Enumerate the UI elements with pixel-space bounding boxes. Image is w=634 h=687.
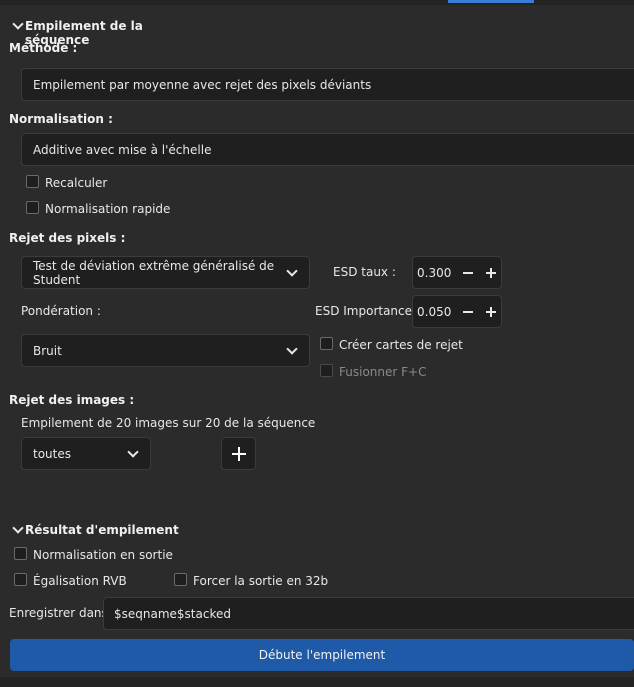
- method-select-value: Empilement par moyenne avec rejet des pi…: [33, 77, 372, 92]
- normalization-select-value: Additive avec mise à l'échelle: [33, 142, 212, 157]
- force-32b-checkbox[interactable]: [174, 573, 187, 586]
- start-stacking-button[interactable]: Débute l'empilement: [10, 639, 634, 671]
- image-filter-value: toutes: [33, 446, 71, 461]
- force-32b-label: Forcer la sortie en 32b: [193, 574, 329, 588]
- start-stacking-label: Débute l'empilement: [258, 648, 386, 662]
- normalization-label: Normalisation :: [9, 112, 113, 126]
- chevron-down-icon: [12, 18, 24, 30]
- rgb-equalization-checkbox[interactable]: [14, 573, 27, 586]
- weighting-label: Pondération :: [21, 304, 101, 318]
- output-normalization-label: Normalisation en sortie: [33, 548, 173, 562]
- sequence-stacking-header[interactable]: Empilement de la séquence: [10, 18, 210, 47]
- plus-icon-vertical: [490, 307, 492, 317]
- recompute-label: Recalculer: [45, 176, 108, 190]
- pixel-rejection-label: Rejet des pixels :: [9, 231, 126, 245]
- method-label: Méthode :: [9, 41, 78, 55]
- output-normalization-checkbox[interactable]: [14, 547, 27, 560]
- normalization-select[interactable]: Additive avec mise à l'échelle: [21, 133, 634, 166]
- fast-normalization-label: Normalisation rapide: [45, 202, 171, 216]
- stacking-result-title: Résultat d'empilement: [25, 523, 179, 537]
- top-tab-strip: [0, 0, 634, 5]
- create-rejection-maps-checkbox[interactable]: [320, 337, 333, 350]
- plus-icon-vertical: [238, 447, 240, 461]
- chevron-down-icon: [12, 522, 24, 534]
- plus-icon-vertical: [490, 268, 492, 278]
- method-select[interactable]: Empilement par moyenne avec rejet des pi…: [21, 68, 634, 101]
- image-rejection-label: Rejet des images :: [9, 393, 135, 407]
- chevron-down-icon: [286, 342, 298, 355]
- merge-label: Fusionner F+C: [339, 365, 427, 379]
- esd-rate-spinner[interactable]: 0.300: [412, 256, 502, 289]
- fast-normalization-checkbox[interactable]: [26, 201, 39, 214]
- bottom-strip: [0, 677, 634, 687]
- esd-rate-value[interactable]: 0.300: [417, 266, 451, 280]
- rejection-algorithm-value: Test de déviation extrême généralisé de …: [33, 258, 275, 287]
- save-in-label: Enregistrer dans :: [9, 606, 116, 620]
- active-tab-indicator: [448, 0, 534, 3]
- recompute-checkbox[interactable]: [26, 175, 39, 188]
- esd-importance-value[interactable]: 0.050: [417, 305, 451, 319]
- minus-icon[interactable]: [463, 272, 473, 274]
- rejection-algorithm-select[interactable]: Test de déviation extrême généralisé de …: [21, 256, 310, 289]
- image-filter-select[interactable]: toutes: [21, 437, 151, 470]
- save-in-value[interactable]: $seqname$stacked: [114, 607, 231, 621]
- minus-icon[interactable]: [463, 311, 473, 313]
- weighting-value: Bruit: [33, 343, 62, 358]
- esd-importance-spinner[interactable]: 0.050: [412, 295, 502, 328]
- add-filter-button[interactable]: [221, 437, 256, 470]
- esd-rate-label: ESD taux :: [333, 265, 396, 279]
- save-in-field[interactable]: $seqname$stacked: [103, 597, 634, 630]
- weighting-select[interactable]: Bruit: [21, 334, 310, 367]
- create-rejection-maps-label: Créer cartes de rejet: [339, 338, 463, 352]
- chevron-down-icon: [127, 445, 139, 458]
- stacking-result-header[interactable]: Résultat d'empilement: [10, 522, 210, 540]
- stacking-panel: Empilement de la séquence Méthode : Empi…: [0, 0, 634, 687]
- image-rejection-summary: Empilement de 20 images sur 20 de la séq…: [21, 416, 316, 430]
- esd-importance-label: ESD Importance :: [315, 304, 420, 318]
- rgb-equalization-label: Égalisation RVB: [33, 574, 127, 588]
- merge-checkbox[interactable]: [320, 364, 333, 377]
